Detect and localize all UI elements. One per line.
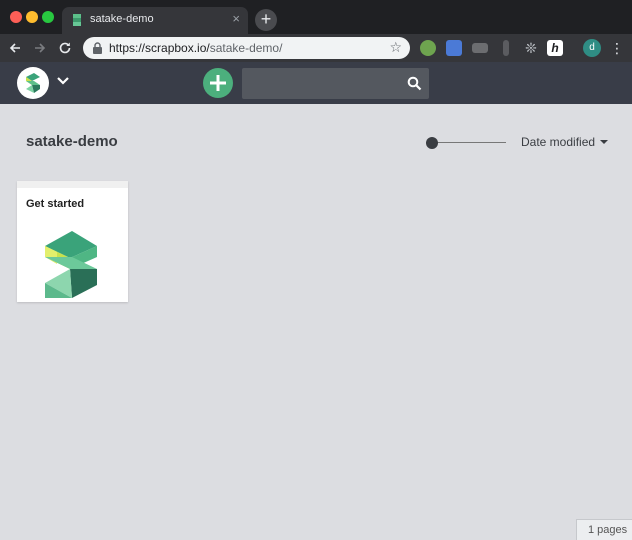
scrapbox-favicon-icon [73, 14, 81, 26]
browser-menu-icon[interactable]: ⋮ [610, 38, 624, 58]
lock-icon [93, 42, 102, 54]
search-input[interactable] [242, 68, 429, 99]
bug-extension-icon[interactable]: ❊ [523, 40, 539, 56]
scrapbox-logo[interactable] [17, 67, 49, 99]
chevron-down-icon[interactable] [55, 73, 71, 89]
hatena-extension-icon[interactable]: h [547, 40, 563, 56]
address-bar[interactable]: https://scrapbox.io/satake-demo/ ☆ [83, 37, 410, 59]
extension-gray-icon[interactable] [472, 43, 488, 53]
sort-dropdown[interactable]: Date modified [521, 135, 595, 149]
scrapbox-thumbnail-icon [45, 231, 97, 298]
close-window-button[interactable] [10, 11, 22, 23]
slider-handle[interactable] [426, 137, 438, 149]
extension-bar-icon[interactable] [503, 40, 509, 56]
scrapbox-logo-icon [26, 73, 40, 93]
back-arrow-icon[interactable] [5, 38, 25, 58]
browser-tab[interactable]: satake-demo × [62, 7, 248, 34]
plus-icon [210, 75, 226, 91]
profile-avatar[interactable]: d [583, 39, 601, 57]
page-card-get-started[interactable]: Get started [17, 181, 128, 302]
url-text: https://scrapbox.io/satake-demo/ [109, 41, 283, 55]
card-title: Get started [26, 198, 85, 210]
extension-green-icon[interactable] [420, 40, 436, 56]
app-header [0, 62, 632, 104]
zoom-slider[interactable] [426, 136, 506, 150]
browser-toolbar: https://scrapbox.io/satake-demo/ ☆ ❊ h d… [0, 34, 632, 62]
caret-down-icon[interactable] [600, 140, 608, 144]
new-page-button[interactable] [203, 68, 233, 98]
search-icon[interactable] [407, 76, 422, 91]
forward-arrow-icon[interactable] [30, 38, 50, 58]
tab-title: satake-demo [90, 13, 154, 25]
project-title: satake-demo [26, 133, 118, 150]
card-header-band [17, 181, 128, 188]
minimize-window-button[interactable] [26, 11, 38, 23]
slider-track [432, 142, 506, 143]
translate-extension-icon[interactable] [446, 40, 462, 56]
tab-close-icon[interactable]: × [232, 11, 240, 26]
new-tab-button[interactable]: + [255, 9, 277, 31]
bookmark-star-icon[interactable]: ☆ [389, 39, 402, 56]
browser-tab-strip: satake-demo × + [0, 0, 632, 34]
maximize-window-button[interactable] [42, 11, 54, 23]
reload-icon[interactable] [55, 38, 75, 58]
page-count-badge: 1 pages [576, 519, 632, 540]
